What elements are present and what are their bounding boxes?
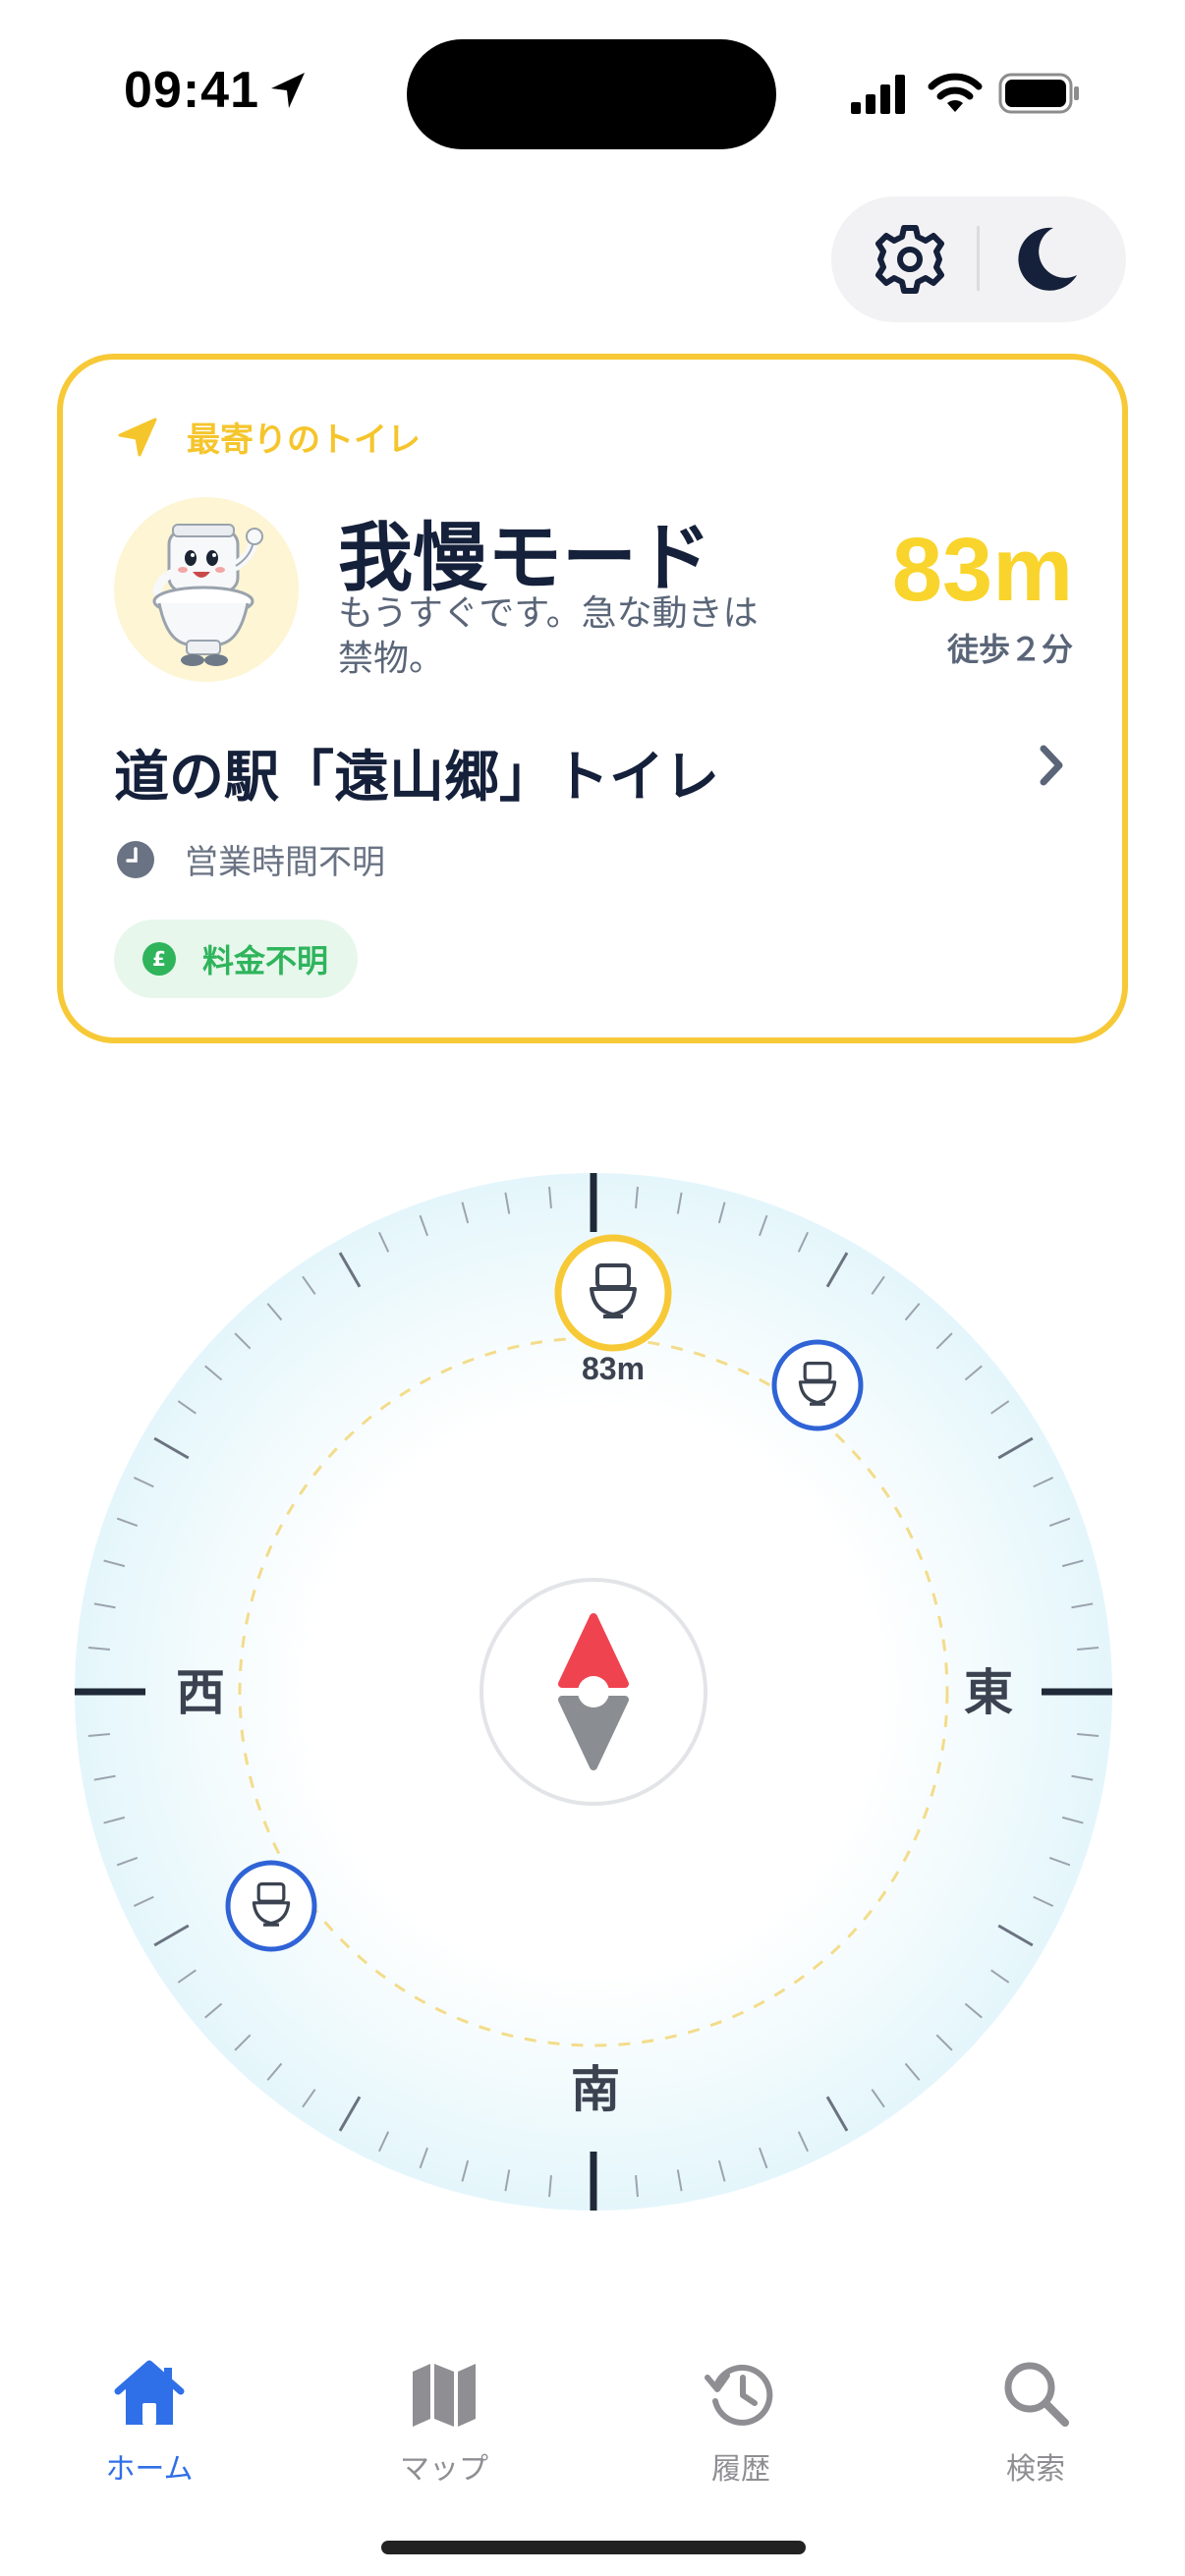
pill-divider bbox=[977, 226, 980, 291]
compass-radar: 西 東 南 83m bbox=[75, 1173, 1112, 2211]
tab-history-label: 履歴 bbox=[711, 2452, 770, 2487]
location-arrow-icon bbox=[271, 73, 305, 108]
fee-text: 料金不明 bbox=[202, 942, 329, 980]
fee-coin-icon: £ bbox=[142, 942, 176, 976]
tab-search[interactable]: 検索 bbox=[937, 2338, 1134, 2487]
tab-home[interactable]: ホーム bbox=[51, 2338, 248, 2487]
chevron-right-icon[interactable] bbox=[1030, 741, 1073, 790]
home-indicator bbox=[381, 2541, 806, 2554]
south-label: 南 bbox=[571, 2061, 620, 2118]
tab-map[interactable]: マップ bbox=[346, 2338, 542, 2487]
wifi-icon bbox=[928, 73, 983, 112]
fee-badge: £ 料金不明 bbox=[114, 920, 359, 998]
status-time: 09:41 bbox=[124, 62, 259, 119]
gear-icon[interactable] bbox=[871, 220, 949, 299]
navigation-arrow-icon bbox=[118, 418, 157, 456]
compass-needle bbox=[480, 1578, 707, 1806]
hours-row: 営業時間不明 bbox=[116, 835, 385, 883]
nearest-label: 最寄りのトイレ bbox=[187, 420, 421, 460]
east-label: 東 bbox=[964, 1664, 1013, 1721]
tab-history[interactable]: 履歴 bbox=[643, 2338, 839, 2487]
fee-icon-glyph: £ bbox=[152, 947, 166, 971]
mode-subtitle: もうすぐです。急な動きは禁物。 bbox=[338, 593, 759, 679]
nearest-toilet-card[interactable]: 最寄りのトイレ 我慢モード もうすぐです。急な動きは禁物。 83m 徒歩２分 道… bbox=[57, 354, 1128, 1043]
nearest-toilet-marker[interactable] bbox=[554, 1234, 672, 1352]
west-label: 西 bbox=[176, 1664, 225, 1721]
tab-map-label: マップ bbox=[400, 2452, 488, 2487]
cellular-signal-icon bbox=[851, 75, 905, 114]
clock-icon bbox=[117, 840, 154, 878]
distance-value: 83m bbox=[891, 520, 1073, 620]
top-controls bbox=[831, 196, 1126, 322]
battery-icon bbox=[998, 73, 1079, 114]
screen: 09:41 最寄りのトイレ 我慢モード もうすぐです。急な動きは禁物。 83m … bbox=[0, 0, 1185, 2576]
search-icon bbox=[1004, 2362, 1069, 2427]
map-icon bbox=[413, 2364, 476, 2427]
dynamic-island bbox=[407, 39, 776, 149]
mode-title: 我慢モード bbox=[338, 514, 711, 601]
toilet-marker[interactable] bbox=[771, 1339, 864, 1431]
home-icon bbox=[114, 2360, 185, 2425]
moon-icon[interactable] bbox=[1006, 220, 1085, 299]
walk-time: 徒歩２分 bbox=[946, 631, 1073, 668]
tab-home-label: ホーム bbox=[105, 2452, 194, 2487]
history-icon bbox=[705, 2364, 773, 2426]
opening-hours: 営業時間不明 bbox=[185, 843, 385, 882]
toilet-name[interactable]: 道の駅「遠山郷」トイレ bbox=[114, 733, 719, 812]
nearest-marker-distance: 83m bbox=[582, 1351, 645, 1386]
nearest-header: 最寄りのトイレ bbox=[116, 413, 421, 461]
tab-search-label: 検索 bbox=[1006, 2452, 1065, 2487]
toilet-mascot-image bbox=[114, 497, 299, 682]
toilet-marker[interactable] bbox=[225, 1860, 317, 1952]
tab-bar: ホーム マップ 履歴 検索 bbox=[0, 2338, 1185, 2515]
